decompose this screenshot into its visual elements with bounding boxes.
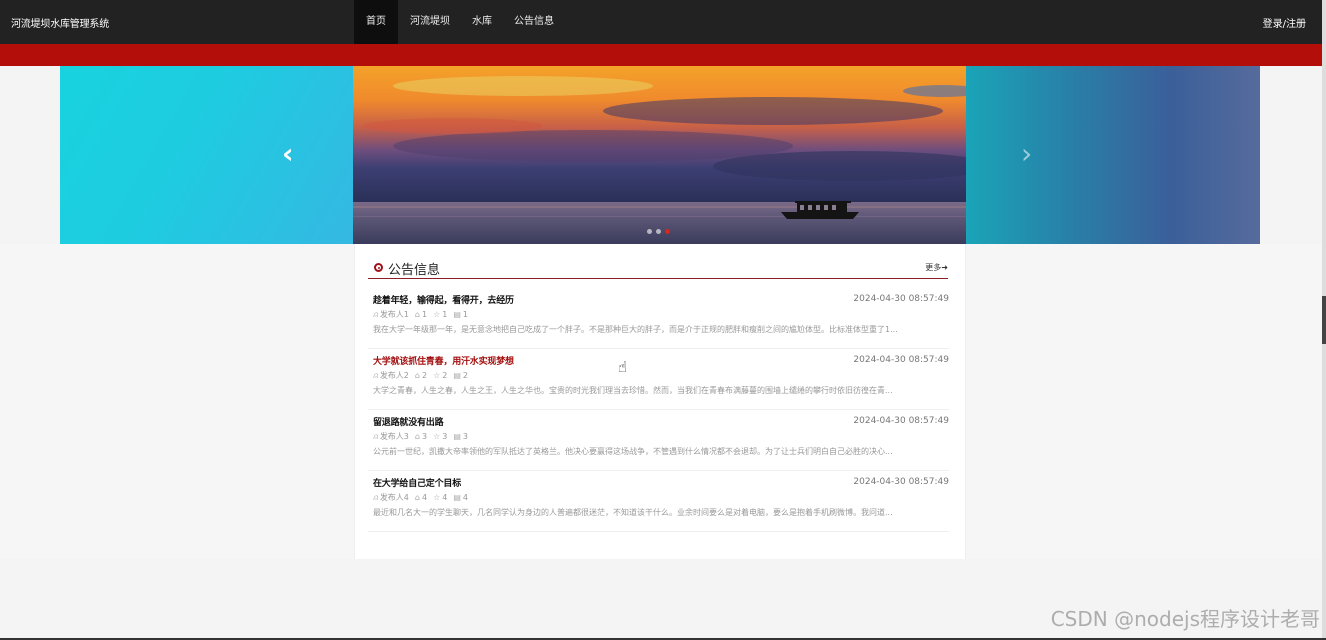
notice-date: 2024-04-30 08:57:49 — [853, 477, 949, 487]
carousel-slide-next — [966, 66, 1260, 244]
list-item[interactable]: 趁着年轻，输得起，看得开，去经历 2024-04-30 08:57:49 ⍝ 发布… — [368, 288, 949, 349]
list-item[interactable]: 大学就该抓住青春，用汗水实现梦想 2024-04-30 08:57:49 ⍝ 发布… — [368, 349, 949, 410]
carousel-indicators — [647, 229, 670, 234]
favorite-meta: ☆ 3 — [433, 432, 448, 441]
thumbs-up-icon: ⌂ — [414, 493, 420, 502]
notice-excerpt: 我在大学一年级那一年，是无意念地把自己吃成了一个胖子。不是那种巨大的胖子，而是介… — [373, 325, 898, 334]
section-title: 公告信息 — [388, 263, 441, 278]
notice-list: 趁着年轻，输得起，看得开，去经历 2024-04-30 08:57:49 ⍝ 发布… — [368, 288, 949, 532]
chevron-right-icon[interactable]: › — [1021, 140, 1032, 168]
list-item[interactable]: 在大学给自己定个目标 2024-04-30 08:57:49 ⍝ 发布人4 ⌂ 4 … — [368, 471, 949, 532]
favorite-meta: ☆ 4 — [433, 493, 448, 502]
favorite-meta: ☆ 1 — [433, 310, 448, 319]
top-navbar: 河流堤坝水库管理系统 首页 河流堤坝 水库 公告信息 登录/注册 — [0, 0, 1322, 44]
carousel-slide-prev — [60, 66, 353, 244]
notice-section-header: 公告信息 更多➜ — [368, 258, 948, 279]
user-icon: ⍝ — [373, 370, 378, 380]
nav-reservoir[interactable]: 水库 — [462, 0, 502, 44]
right-gutter — [966, 244, 1322, 559]
star-icon: ☆ — [433, 493, 441, 502]
user-icon: ⍝ — [373, 309, 378, 319]
sunset-boat-image — [353, 66, 966, 244]
nav-notices[interactable]: 公告信息 — [504, 0, 564, 44]
notice-panel: 公告信息 更多➜ 趁着年轻，输得起，看得开，去经历 2024-04-30 08:… — [354, 244, 966, 559]
thumbs-up-icon: ⌂ — [414, 310, 420, 319]
comment-meta: ▤ 3 — [453, 432, 468, 441]
site-brand[interactable]: 河流堤坝水库管理系统 — [11, 15, 109, 30]
notice-meta: ⍝ 发布人3 ⌂ 3 ☆ 3 ▤ 3 — [373, 431, 468, 442]
author-meta: ⍝ 发布人4 — [373, 492, 409, 503]
like-meta: ⌂ 1 — [414, 310, 428, 319]
comment-meta: ▤ 2 — [453, 371, 468, 380]
thumbs-up-icon: ⌂ — [414, 432, 420, 441]
notice-date: 2024-04-30 08:57:49 — [853, 355, 949, 365]
more-link[interactable]: 更多➜ — [925, 262, 948, 273]
notice-excerpt: 最近和几名大一的学生聊天，几名同学认为身边的人普遍都很迷茫，不知道该干什么。业余… — [373, 508, 893, 517]
like-meta: ⌂ 2 — [414, 371, 428, 380]
comment-meta: ▤ 1 — [453, 310, 468, 319]
like-meta: ⌂ 4 — [414, 493, 428, 502]
circle-dot-icon — [374, 263, 383, 272]
carousel-dot-active[interactable] — [665, 229, 670, 234]
star-icon: ☆ — [433, 371, 441, 380]
author-meta: ⍝ 发布人3 — [373, 431, 409, 442]
carousel-slide-current[interactable] — [353, 66, 966, 244]
notice-meta: ⍝ 发布人4 ⌂ 4 ☆ 4 ▤ 4 — [373, 492, 468, 503]
favorite-meta: ☆ 2 — [433, 371, 448, 380]
thumbs-up-icon: ⌂ — [414, 371, 420, 380]
notice-meta: ⍝ 发布人2 ⌂ 2 ☆ 2 ▤ 2 — [373, 370, 468, 381]
comment-icon: ▤ — [453, 371, 461, 380]
scrollbar-thumb[interactable] — [1322, 296, 1326, 344]
notice-meta: ⍝ 发布人1 ⌂ 1 ☆ 1 ▤ 1 — [373, 309, 468, 320]
comment-icon: ▤ — [453, 310, 461, 319]
notice-date: 2024-04-30 08:57:49 — [853, 294, 949, 304]
comment-icon: ▤ — [453, 493, 461, 502]
notice-excerpt: 大学之青春，人生之春，人生之王，人生之华也。宝贵的时光我们理当去珍惜。然而，当我… — [373, 386, 893, 395]
user-icon: ⍝ — [373, 431, 378, 441]
left-gutter — [0, 244, 354, 559]
author-meta: ⍝ 发布人2 — [373, 370, 409, 381]
star-icon: ☆ — [433, 310, 441, 319]
notice-title[interactable]: 大学就该抓住青春，用汗水实现梦想 — [373, 354, 514, 367]
comment-meta: ▤ 4 — [453, 493, 468, 502]
login-register-link[interactable]: 登录/注册 — [1263, 15, 1306, 30]
chevron-left-icon[interactable]: ‹ — [282, 140, 294, 168]
nav-river-dam[interactable]: 河流堤坝 — [400, 0, 460, 44]
comment-icon: ▤ — [453, 432, 461, 441]
author-meta: ⍝ 发布人1 — [373, 309, 409, 320]
notice-date: 2024-04-30 08:57:49 — [853, 416, 949, 426]
star-icon: ☆ — [433, 432, 441, 441]
carousel-dot[interactable] — [647, 229, 652, 234]
notice-title[interactable]: 留退路就没有出路 — [373, 415, 444, 428]
page-scrollbar[interactable] — [1322, 0, 1326, 640]
user-icon: ⍝ — [373, 492, 378, 502]
nav-home[interactable]: 首页 — [354, 0, 398, 44]
hand-cursor-icon: ☝ — [618, 358, 628, 376]
notice-excerpt: 公元前一世纪，凯撒大帝率领他的军队抵达了英格兰。他决心要赢得这场战争，不管遇到什… — [373, 447, 893, 456]
accent-bar — [0, 44, 1322, 66]
list-item[interactable]: 留退路就没有出路 2024-04-30 08:57:49 ⍝ 发布人3 ⌂ 3 ☆ 3… — [368, 410, 949, 471]
banner-carousel: ‹ › — [60, 66, 1260, 244]
notice-title[interactable]: 趁着年轻，输得起，看得开，去经历 — [373, 293, 514, 306]
main-nav: 首页 河流堤坝 水库 公告信息 — [354, 0, 564, 44]
notice-title[interactable]: 在大学给自己定个目标 — [373, 476, 461, 489]
like-meta: ⌂ 3 — [414, 432, 428, 441]
watermark-text: CSDN @nodejs程序设计老哥 — [1050, 607, 1320, 631]
carousel-dot[interactable] — [656, 229, 661, 234]
